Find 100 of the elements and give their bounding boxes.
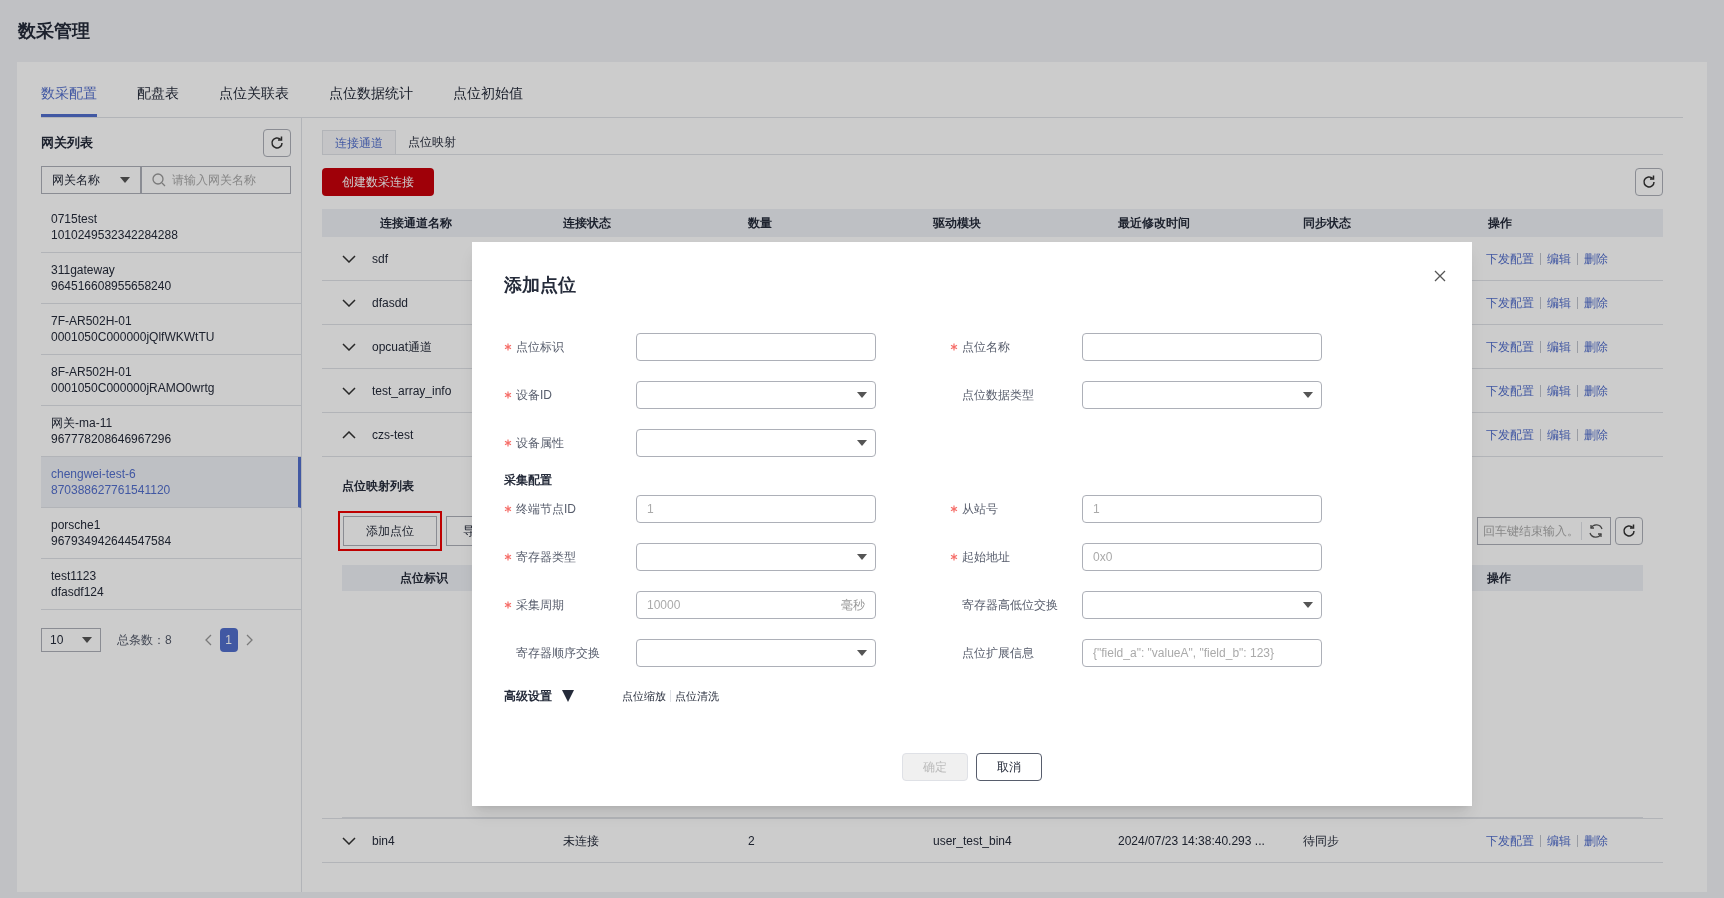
- chevron-down-icon[interactable]: [342, 254, 356, 263]
- action-link[interactable]: 删除: [1584, 249, 1608, 268]
- section-heading: 高级设置: [504, 688, 552, 705]
- dialog-button[interactable]: 取消: [976, 753, 1042, 781]
- action-link[interactable]: 下发配置: [1486, 425, 1534, 444]
- gateway-item[interactable]: test1123 dfasdf124: [41, 559, 301, 610]
- select-field[interactable]: [636, 543, 876, 571]
- select-field[interactable]: [636, 639, 876, 667]
- column-header: 数量: [747, 215, 773, 232]
- select-field[interactable]: [1082, 591, 1322, 619]
- action-link[interactable]: 删除: [1584, 425, 1608, 444]
- toolbar-button[interactable]: 添加点位: [343, 516, 437, 546]
- input-field[interactable]: 0x0: [1082, 543, 1322, 571]
- field-label: 起始地址: [962, 549, 1010, 566]
- action-link[interactable]: 编辑: [1547, 293, 1571, 312]
- tab[interactable]: 点位数据统计: [329, 83, 413, 117]
- channel-name: test_array_info: [372, 382, 452, 400]
- sub-tab[interactable]: 点位映射: [396, 130, 468, 154]
- chevron-down-icon[interactable]: [342, 342, 356, 351]
- action-link[interactable]: 删除: [1584, 293, 1608, 312]
- action-link[interactable]: 删除: [1584, 337, 1608, 356]
- action-link[interactable]: 删除: [1584, 831, 1608, 850]
- action-link[interactable]: 下发配置: [1486, 831, 1534, 850]
- tab[interactable]: 点位初始值: [453, 83, 523, 117]
- gateway-id: 964516608955658240: [51, 278, 173, 294]
- select-field[interactable]: [1082, 381, 1322, 409]
- action-link[interactable]: 编辑: [1547, 337, 1571, 356]
- gateway-item[interactable]: chengwei-test-6 870388627761541120: [41, 457, 301, 508]
- caret-icon: [857, 554, 867, 560]
- refresh-button[interactable]: [263, 129, 291, 157]
- caret-icon: [1303, 602, 1313, 608]
- tab[interactable]: 点位关联表: [219, 83, 289, 117]
- input-field[interactable]: 1: [1082, 495, 1322, 523]
- caret-icon: [857, 650, 867, 656]
- gateway-name: 7F-AR502H-01: [51, 313, 133, 329]
- action-link[interactable]: 编辑: [1547, 249, 1571, 268]
- panel-title: 网关列表: [41, 134, 93, 153]
- field-label: 设备属性: [516, 435, 564, 452]
- select-field[interactable]: [636, 429, 876, 457]
- gateway-item[interactable]: 7F-AR502H-01 0001050C000000jQlfWKWtTU: [41, 304, 301, 355]
- select-field[interactable]: [636, 381, 876, 409]
- refresh-button[interactable]: [1615, 517, 1643, 545]
- section-heading: 采集配置: [504, 472, 553, 489]
- channel-name: bin4: [372, 832, 395, 850]
- input-field[interactable]: 1: [636, 495, 876, 523]
- input-field[interactable]: 10000 毫秒: [636, 591, 876, 619]
- filter-select[interactable]: 网关名称: [41, 166, 141, 194]
- gateway-name: chengwei-test-6: [51, 466, 137, 482]
- chevron-down-icon[interactable]: [342, 386, 356, 395]
- gateway-id: dfasdf124: [51, 584, 105, 600]
- table-cell-text: 待同步: [1302, 832, 1340, 850]
- field-label: 采集周期: [516, 597, 564, 614]
- input-field[interactable]: {"field_a": "valueA", "field_b": 123}: [1082, 639, 1322, 667]
- field-label: 点位标识: [516, 339, 564, 356]
- input-field[interactable]: [636, 333, 876, 361]
- sub-tab[interactable]: 连接通道: [322, 130, 396, 154]
- action-link[interactable]: 下发配置: [1486, 381, 1534, 400]
- chevron-right-icon[interactable]: [245, 634, 254, 646]
- action-link[interactable]: 编辑: [1547, 381, 1571, 400]
- action-link[interactable]: 删除: [1584, 381, 1608, 400]
- gateway-item[interactable]: porsche1 967934942644547584: [41, 508, 301, 559]
- page-button[interactable]: 1: [219, 628, 238, 652]
- table-cell-text: 2: [747, 832, 756, 850]
- field-label: 终端节点ID: [516, 501, 576, 518]
- page-size-select[interactable]: 10: [41, 628, 101, 652]
- placeholder-text: 回车键结束输入。: [1483, 523, 1580, 540]
- column-header: 操作: [1487, 215, 1513, 232]
- gateway-id: 1010249532342284288: [51, 227, 179, 243]
- chevron-down-icon[interactable]: [342, 836, 356, 845]
- chevron-up-icon[interactable]: [342, 430, 356, 439]
- option-link[interactable]: 点位缩放: [622, 687, 666, 705]
- action-link[interactable]: 编辑: [1547, 425, 1571, 444]
- refresh-icon: [1621, 523, 1637, 539]
- search-field[interactable]: 回车键结束输入。: [1477, 517, 1611, 545]
- input-field[interactable]: [1082, 333, 1322, 361]
- caret-icon: [1303, 392, 1313, 398]
- triangle-down-icon[interactable]: [562, 690, 574, 702]
- tab[interactable]: 数采配置: [41, 83, 97, 117]
- gateway-name: 8F-AR502H-01: [51, 364, 133, 380]
- search-field[interactable]: 请输入网关名称: [141, 166, 291, 194]
- tab[interactable]: 配盘表: [137, 83, 179, 117]
- gateway-item[interactable]: 0715test 1010249532342284288: [41, 202, 301, 253]
- gateway-name: test1123: [51, 568, 98, 584]
- refresh-icon: [1641, 174, 1657, 190]
- refresh-button[interactable]: [1635, 168, 1663, 196]
- gateway-item[interactable]: 8F-AR502H-01 0001050C000000jRAMO0wrtg: [41, 355, 301, 406]
- gateway-item[interactable]: 311gateway 964516608955658240: [41, 253, 301, 304]
- action-link[interactable]: 编辑: [1547, 831, 1571, 850]
- section-title: 点位映射列表: [342, 478, 414, 495]
- option-link[interactable]: 点位清洗: [675, 687, 719, 705]
- close-icon[interactable]: [1434, 270, 1446, 282]
- chevron-down-icon[interactable]: [342, 298, 356, 307]
- gateway-name: 311gateway: [51, 262, 116, 278]
- chevron-left-icon[interactable]: [203, 634, 212, 646]
- table-cell-text: user_test_bin4: [932, 832, 1013, 850]
- create-button[interactable]: 创建数采连接: [322, 168, 434, 196]
- field-label: 从站号: [962, 501, 998, 518]
- action-link[interactable]: 下发配置: [1486, 293, 1534, 312]
- action-link[interactable]: 下发配置: [1486, 337, 1534, 356]
- action-link[interactable]: 下发配置: [1486, 249, 1534, 268]
